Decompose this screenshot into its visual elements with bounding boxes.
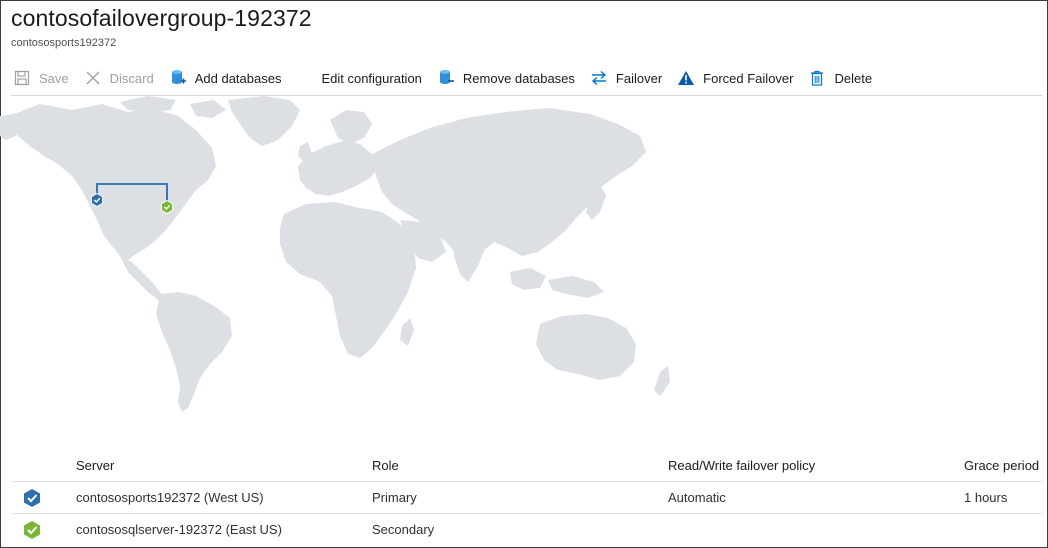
- remove-databases-label: Remove databases: [462, 70, 575, 86]
- server-name: contososports192372 (West US): [76, 490, 264, 505]
- command-bar: Save Discard Add databases Edit configur…: [12, 64, 886, 92]
- failover-label: Failover: [615, 70, 663, 86]
- column-header-grace-period[interactable]: Grace period: [964, 450, 1039, 482]
- server-role: Secondary: [372, 522, 435, 537]
- forced-failover-button[interactable]: Forced Failover: [676, 64, 793, 92]
- column-header-policy[interactable]: Read/Write failover policy: [668, 450, 815, 482]
- secondary-check-icon: [22, 514, 44, 546]
- server-role: Primary: [372, 490, 417, 505]
- add-databases-button[interactable]: Add databases: [168, 64, 282, 92]
- table-row[interactable]: contososqlserver-192372 (East US) Second…: [12, 514, 1042, 546]
- save-label: Save: [39, 70, 69, 86]
- database-add-icon: [168, 68, 188, 88]
- server-name: contososqlserver-192372 (East US): [76, 522, 282, 537]
- save-icon: [12, 68, 32, 88]
- add-databases-label: Add databases: [194, 70, 282, 86]
- primary-check-icon: [22, 482, 44, 514]
- forced-failover-label: Forced Failover: [703, 70, 794, 86]
- edit-configuration-button[interactable]: Edit configuration: [321, 64, 421, 92]
- delete-button[interactable]: Delete: [807, 64, 872, 92]
- world-map-land: [0, 96, 670, 412]
- edit-configuration-label: Edit configuration: [321, 70, 422, 86]
- swap-arrows-icon: [589, 68, 609, 88]
- warning-icon: [676, 68, 696, 88]
- table-header: Server Role Read/Write failover policy G…: [12, 450, 1042, 482]
- page-title: contosofailovergroup-192372: [11, 5, 312, 31]
- trash-icon: [807, 68, 827, 88]
- table-row[interactable]: contososports192372 (West US) Primary Au…: [12, 482, 1042, 514]
- failover-policy: Automatic: [668, 490, 726, 505]
- failover-button[interactable]: Failover: [589, 64, 662, 92]
- close-icon: [83, 68, 103, 88]
- discard-button[interactable]: Discard: [83, 64, 154, 92]
- west-us-primary-marker: [90, 192, 104, 208]
- database-remove-icon: [436, 68, 456, 88]
- delete-label: Delete: [834, 70, 873, 86]
- remove-databases-button[interactable]: Remove databases: [436, 64, 575, 92]
- save-button[interactable]: Save: [12, 64, 69, 92]
- grace-period: 1 hours: [964, 490, 1008, 505]
- world-map: [0, 96, 670, 412]
- east-us-secondary-marker: [160, 199, 174, 215]
- page-subtitle: contososports192372: [11, 37, 117, 49]
- servers-table: Server Role Read/Write failover policy G…: [12, 450, 1042, 546]
- column-header-server[interactable]: Server: [76, 450, 114, 482]
- column-header-role[interactable]: Role: [372, 450, 399, 482]
- discard-label: Discard: [109, 70, 154, 86]
